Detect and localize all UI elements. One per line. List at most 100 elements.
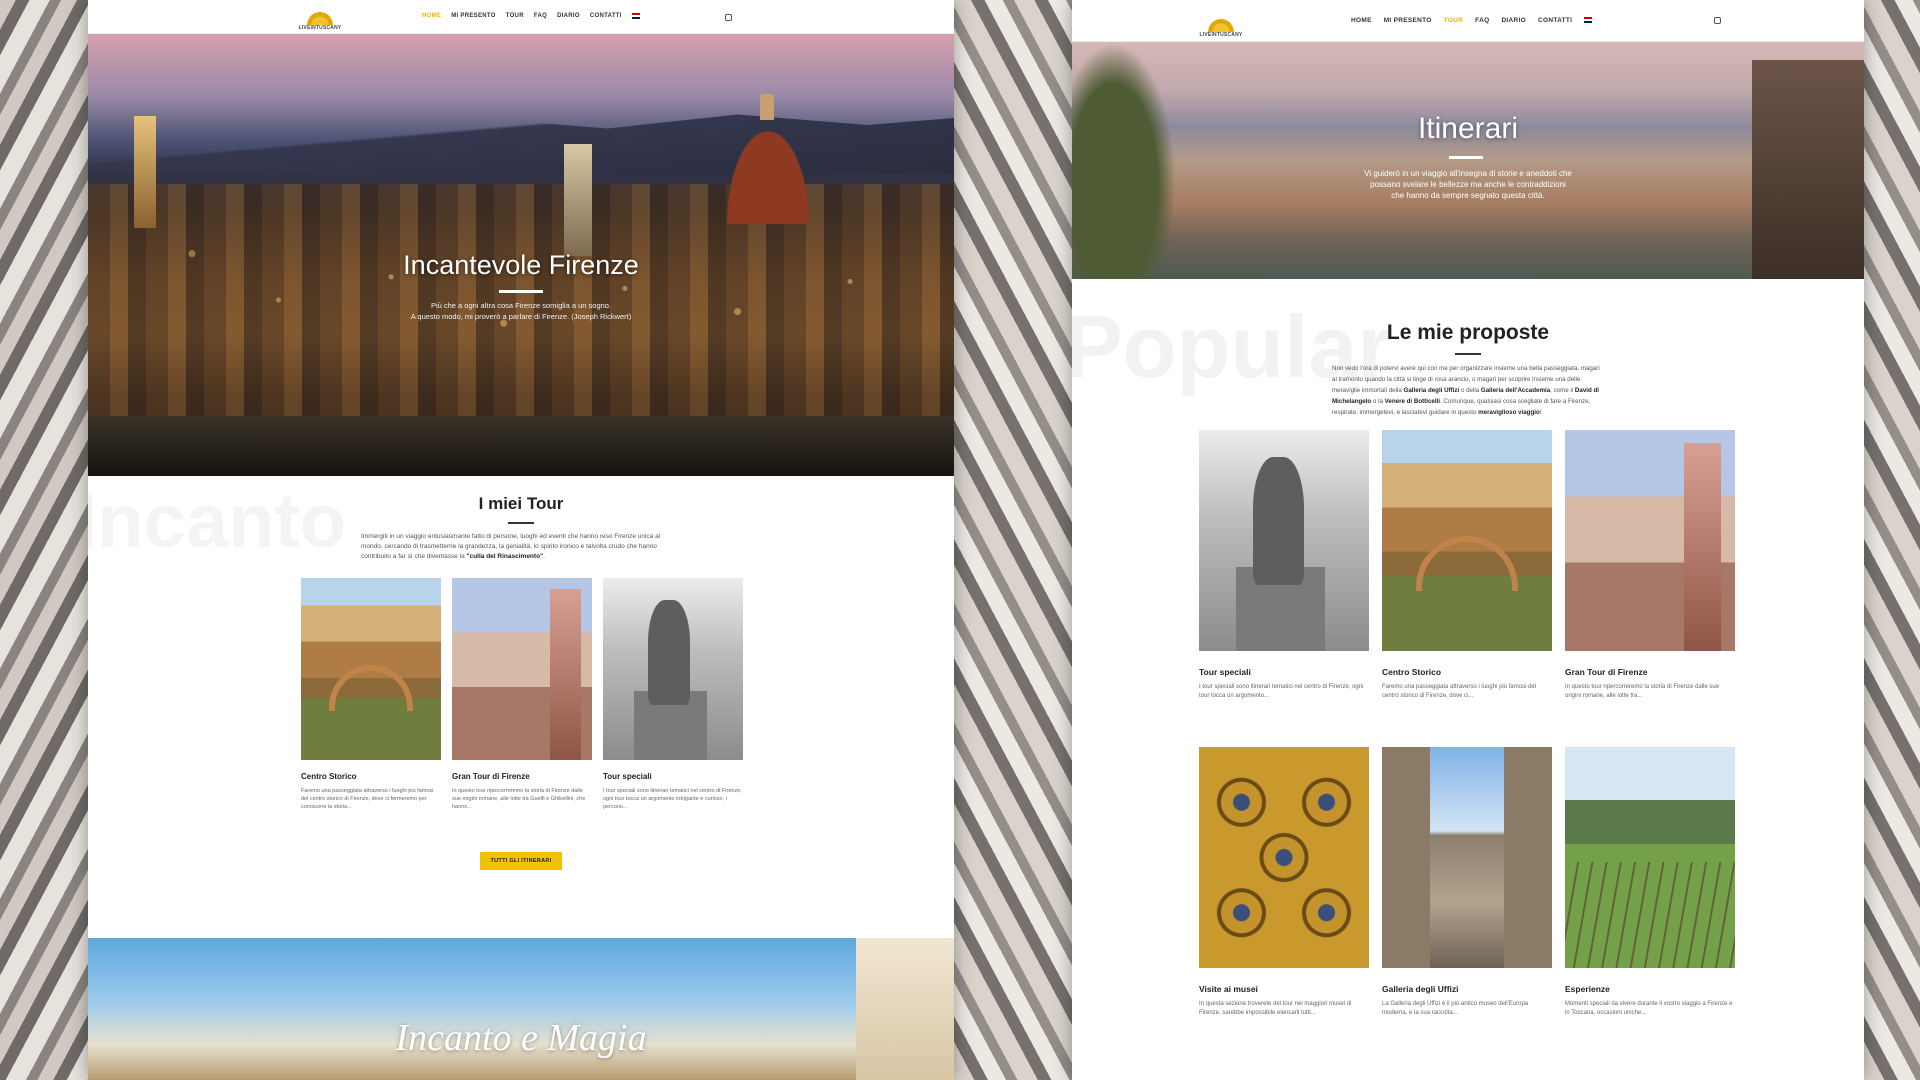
hero-divider bbox=[499, 290, 543, 293]
itinerari-page-mockup: LIVEINTUSCANY HOME MI PRESENTO TOUR FAQ … bbox=[1072, 0, 1864, 1080]
hero-subtitle-line: A questo modo, mi proverò a parlare di F… bbox=[410, 312, 632, 321]
banner-title: Incanto e Magia bbox=[395, 1017, 647, 1059]
menu-item-diario[interactable]: DIARIO bbox=[557, 13, 580, 19]
intro-emphasis: Galleria degli Uffizi bbox=[1403, 387, 1460, 394]
arno-river bbox=[88, 416, 954, 476]
ponte-vecchio-image[interactable] bbox=[1382, 430, 1552, 651]
duomo-image[interactable] bbox=[1565, 430, 1735, 651]
card-excerpt: La Galleria degli Uffizi è il più antico… bbox=[1382, 1001, 1529, 1016]
section-title: I miei Tour bbox=[478, 494, 564, 513]
logo-text: LIVEINTUSCANY bbox=[298, 25, 342, 31]
logo-text: LIVEINTUSCANY bbox=[1199, 32, 1243, 38]
card-title[interactable]: Visite ai musei bbox=[1199, 984, 1369, 994]
menu-item-mi-presento[interactable]: MI PRESENTO bbox=[1384, 17, 1432, 24]
menu-item-tour[interactable]: TOUR bbox=[506, 13, 524, 19]
instagram-icon[interactable] bbox=[1714, 17, 1721, 24]
hero-subtitle-line: Vi guiderò in un viaggio all'insegna di … bbox=[1364, 169, 1572, 178]
backdrop-band bbox=[954, 0, 1072, 1080]
tour-card[interactable]: Centro Storico Faremo una passeggiata at… bbox=[301, 578, 441, 811]
proposal-card[interactable]: Esperienze Momenti speciali da vivere du… bbox=[1565, 747, 1735, 1018]
tours-section: I miei Tour Immergiti in un viaggio entu… bbox=[88, 494, 954, 562]
uffizi-gallery-image[interactable] bbox=[1382, 747, 1552, 968]
card-title[interactable]: Galleria degli Uffizi bbox=[1382, 984, 1552, 994]
intro-emphasis: Galleria dell'Accademia bbox=[1480, 387, 1551, 394]
hero-banner: Incantevole Firenze Più che a ogni altra… bbox=[88, 34, 954, 476]
palazzo-vecchio-tower bbox=[134, 116, 156, 228]
uk-flag-icon[interactable] bbox=[1584, 17, 1593, 23]
proposal-card[interactable]: Tour speciali I tour speciali sono itine… bbox=[1199, 430, 1369, 701]
card-excerpt: In questa sezione troverete dei tour nei… bbox=[1199, 1001, 1352, 1016]
main-menu: HOME MI PRESENTO TOUR FAQ DIARIO CONTATT… bbox=[1351, 17, 1593, 24]
hero-subtitle-line: Più che a ogni altra cosa Firenze somigl… bbox=[430, 301, 612, 310]
intro-text: o la bbox=[1371, 398, 1385, 405]
menu-item-home[interactable]: HOME bbox=[1351, 17, 1372, 24]
menu-item-tour[interactable]: TOUR bbox=[1444, 17, 1464, 24]
menu-item-mi-presento[interactable]: MI PRESENTO bbox=[451, 13, 496, 19]
giotto-campanile bbox=[564, 144, 592, 256]
card-title[interactable]: Tour speciali bbox=[1199, 667, 1369, 677]
hero-subtitle-line: che hanno da sempre segnato questa città… bbox=[1391, 191, 1545, 200]
ponte-vecchio-image[interactable] bbox=[301, 578, 441, 760]
proposal-card[interactable]: Galleria degli Uffizi La Galleria degli … bbox=[1382, 747, 1552, 1018]
card-title[interactable]: Centro Storico bbox=[1382, 667, 1552, 677]
proposals-section: Le mie proposte Non vedo l'ora di poterv… bbox=[1072, 321, 1864, 418]
tour-card[interactable]: Gran Tour di Firenze In questo tour ripe… bbox=[452, 578, 592, 811]
dante-statue-image[interactable] bbox=[603, 578, 743, 760]
intro-text: ! bbox=[1539, 409, 1542, 416]
section-title: Le mie proposte bbox=[1386, 321, 1550, 344]
menu-item-contatti[interactable]: CONTATTI bbox=[1538, 17, 1572, 24]
proposal-cards-row-1: Tour speciali I tour speciali sono itine… bbox=[1199, 430, 1735, 701]
proposal-cards-row-2: Visite ai musei In questa sezione trover… bbox=[1199, 747, 1735, 1018]
backdrop-band-right bbox=[1864, 0, 1920, 1080]
logo-sun-icon bbox=[1207, 16, 1235, 32]
hero-divider bbox=[1449, 156, 1483, 159]
uk-flag-icon[interactable] bbox=[631, 13, 640, 19]
hero-subtitle: Vi guiderò in un viaggio all'insegna di … bbox=[1072, 168, 1864, 201]
museum-ceiling-image[interactable] bbox=[1199, 747, 1369, 968]
top-navigation: LIVEINTUSCANY HOME MI PRESENTO TOUR FAQ … bbox=[88, 0, 954, 34]
logo-sun-icon bbox=[306, 9, 334, 25]
card-title[interactable]: Centro Storico bbox=[301, 772, 441, 781]
duomo-dome bbox=[716, 94, 820, 224]
dante-statue-image[interactable] bbox=[1199, 430, 1369, 651]
hero-subtitle: Più che a ogni altra cosa Firenze somigl… bbox=[88, 300, 954, 322]
card-title[interactable]: Gran Tour di Firenze bbox=[452, 772, 592, 781]
hero-title: Itinerari bbox=[1417, 112, 1519, 145]
incanto-banner: Incanto e Magia bbox=[88, 938, 954, 1080]
intro-emphasis: meraviglioso viaggio bbox=[1478, 409, 1540, 416]
card-excerpt: Faremo una passeggiata attraverso i luog… bbox=[301, 788, 434, 810]
section-divider bbox=[1455, 353, 1481, 355]
duomo-image[interactable] bbox=[452, 578, 592, 760]
instagram-icon[interactable] bbox=[725, 14, 732, 21]
intro-emphasis: Venere di Botticelli bbox=[1384, 398, 1440, 405]
card-excerpt: Momenti speciali da vivere durante il vo… bbox=[1565, 1001, 1733, 1016]
hero-title: Incantevole Firenze bbox=[403, 250, 639, 280]
menu-item-diario[interactable]: DIARIO bbox=[1501, 17, 1526, 24]
homepage-mockup: LIVEINTUSCANY HOME MI PRESENTO TOUR FAQ … bbox=[88, 0, 954, 1080]
card-excerpt: In questo tour ripercorreremo la storia … bbox=[452, 788, 586, 810]
section-intro: Immergiti in un viaggio entusiasmante fa… bbox=[361, 532, 681, 562]
all-itineraries-button[interactable]: TUTTI GLI ITINERARI bbox=[480, 852, 562, 870]
intro-text: . bbox=[543, 553, 545, 560]
menu-item-faq[interactable]: FAQ bbox=[1475, 17, 1489, 24]
proposal-card[interactable]: Visite ai musei In questa sezione trover… bbox=[1199, 747, 1369, 1018]
hero-subtitle-line: possano svelare le bellezze ma anche le … bbox=[1370, 180, 1566, 189]
card-excerpt: I tour speciali sono itinerari tematici … bbox=[603, 788, 742, 810]
proposal-card[interactable]: Gran Tour di Firenze In questo tour ripe… bbox=[1565, 430, 1735, 701]
card-title[interactable]: Tour speciali bbox=[603, 772, 743, 781]
card-excerpt: Faremo una passeggiata attraverso i luog… bbox=[1382, 684, 1537, 699]
tour-card[interactable]: Tour speciali I tour speciali sono itine… bbox=[603, 578, 743, 811]
main-menu: HOME MI PRESENTO TOUR FAQ DIARIO CONTATT… bbox=[422, 13, 640, 19]
menu-item-home[interactable]: HOME bbox=[422, 13, 441, 19]
proposal-card[interactable]: Centro Storico Faremo una passeggiata at… bbox=[1382, 430, 1552, 701]
menu-item-contatti[interactable]: CONTATTI bbox=[590, 13, 622, 19]
vineyard-image[interactable] bbox=[1565, 747, 1735, 968]
hero-banner: Itinerari Vi guiderò in un viaggio all'i… bbox=[1072, 42, 1864, 279]
site-logo[interactable]: LIVEINTUSCANY bbox=[1198, 4, 1244, 38]
card-title[interactable]: Gran Tour di Firenze bbox=[1565, 667, 1735, 677]
intro-text: o della bbox=[1459, 387, 1481, 394]
menu-item-faq[interactable]: FAQ bbox=[534, 13, 547, 19]
site-logo[interactable]: LIVEINTUSCANY bbox=[298, 3, 342, 31]
card-excerpt: I tour speciali sono itinerari tematici … bbox=[1199, 684, 1364, 699]
card-title[interactable]: Esperienze bbox=[1565, 984, 1735, 994]
